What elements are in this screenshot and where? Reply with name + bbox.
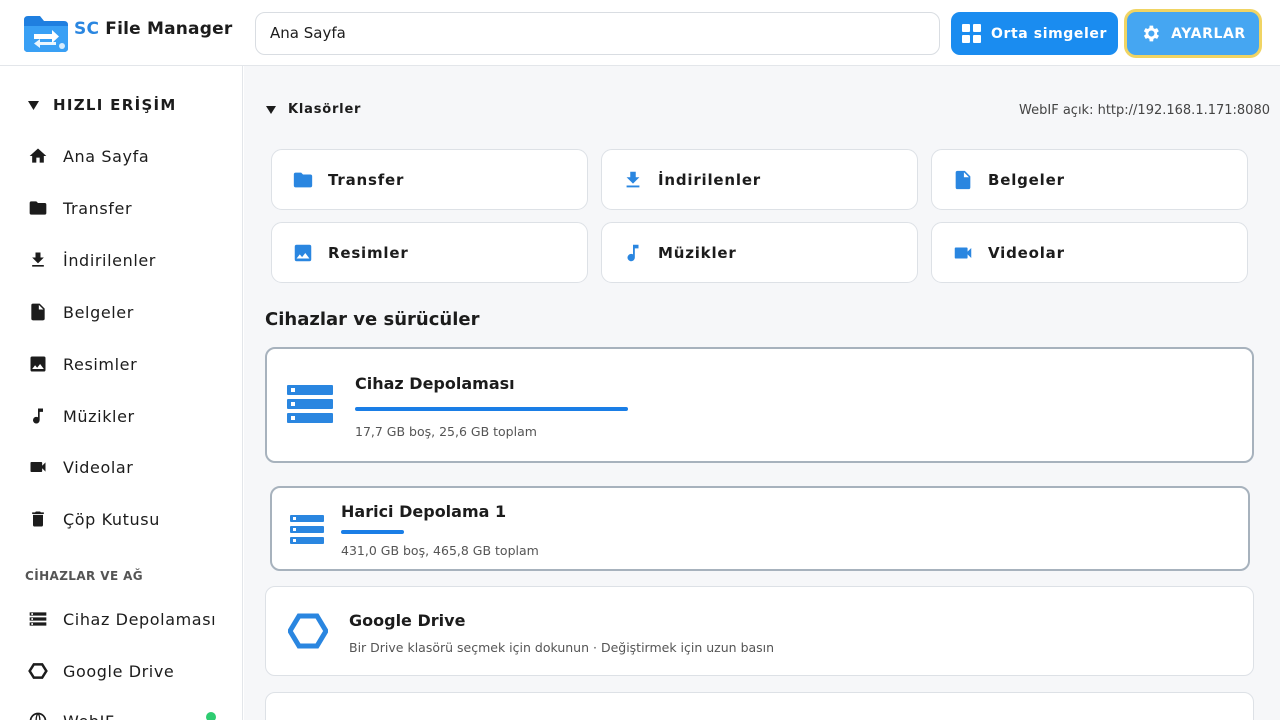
- sidebar-item-webif[interactable]: WebIF: [28, 707, 115, 720]
- drive-detail: 431,0 GB boş, 465,8 GB toplam: [341, 543, 539, 558]
- sidebar-item-label: Cihaz Depolaması: [63, 609, 217, 629]
- main-content: Klasörler WebIF açık: http://192.168.1.1…: [244, 66, 1280, 720]
- gear-icon: [1144, 25, 1160, 42]
- path-bar[interactable]: Ana Sayfa: [255, 12, 940, 55]
- folder-card-label: Müzikler: [658, 243, 737, 262]
- sidebar-item-trash[interactable]: Çöp Kutusu: [28, 505, 160, 533]
- sidebar-item-label: Resimler: [63, 354, 138, 374]
- folder-card-label: Videolar: [988, 243, 1065, 262]
- drive-card-external-storage[interactable]: Harici Depolama 1 431,0 GB boş, 465,8 GB…: [270, 486, 1250, 571]
- download-icon: [626, 171, 640, 187]
- globe-icon: [29, 712, 47, 720]
- settings-label: AYARLAR: [1171, 25, 1246, 42]
- folder-card-documents[interactable]: Belgeler: [931, 149, 1248, 210]
- sidebar-item-device-storage[interactable]: Cihaz Depolaması: [28, 605, 216, 633]
- trash-icon: [32, 511, 44, 527]
- folder-icon: [29, 201, 47, 215]
- app-header: SC File Manager Ana Sayfa Orta simgeler …: [0, 0, 1280, 66]
- storage-usage-bar: [341, 530, 404, 534]
- sidebar-item-music[interactable]: Müzikler: [28, 402, 135, 430]
- folders-title: Klasörler: [288, 102, 362, 117]
- folders-header[interactable]: Klasörler: [266, 102, 361, 117]
- sidebar-item-downloads[interactable]: İndirilenler: [28, 246, 156, 274]
- drive-detail: Bir Drive klasörü seçmek için dokunun · …: [349, 640, 775, 655]
- drive-name: Harici Depolama 1: [341, 502, 507, 521]
- folder-icon: [293, 172, 313, 187]
- sidebar-item-label: Transfer: [63, 198, 133, 218]
- app-title: SC File Manager: [74, 19, 232, 39]
- app-title-prefix: SC: [74, 19, 100, 39]
- drive-card-more[interactable]: [265, 692, 1254, 720]
- sidebar-item-pictures[interactable]: Resimler: [28, 350, 137, 378]
- document-icon: [955, 170, 971, 189]
- storage-icon: [287, 385, 333, 423]
- folder-card-label: Resimler: [328, 243, 409, 262]
- folder-card-label: İndirilenler: [658, 170, 761, 189]
- folder-card-label: Belgeler: [988, 170, 1065, 189]
- image-icon: [294, 244, 312, 261]
- music-icon: [627, 244, 639, 261]
- music-icon: [33, 408, 43, 424]
- view-mode-button[interactable]: Orta simgeler: [951, 12, 1118, 55]
- storage-icon: [29, 612, 47, 626]
- sidebar-item-home[interactable]: Ana Sayfa: [28, 142, 149, 170]
- drive-name: Google Drive: [349, 611, 466, 630]
- video-icon: [30, 462, 46, 472]
- folder-card-label: Transfer: [328, 170, 405, 189]
- sidebar: HIZLI ERİŞİM Ana Sayfa Transfer İndirile…: [0, 66, 243, 720]
- drive-card-device-storage[interactable]: Cihaz Depolaması 17,7 GB boş, 25,6 GB to…: [265, 347, 1254, 463]
- drive-card-google-drive[interactable]: Google Drive Bir Drive klasörü seçmek iç…: [265, 586, 1254, 676]
- sidebar-item-google-drive[interactable]: Google Drive: [28, 657, 174, 685]
- app-logo-icon: [24, 16, 68, 52]
- folder-card-downloads[interactable]: İndirilenler: [601, 149, 918, 210]
- video-icon: [954, 247, 972, 258]
- sidebar-item-label: İndirilenler: [63, 250, 156, 270]
- image-icon: [30, 356, 46, 372]
- sidebar-item-documents[interactable]: Belgeler: [28, 298, 134, 326]
- sidebar-item-label: Müzikler: [63, 406, 135, 426]
- view-mode-label: Orta simgeler: [990, 25, 1108, 42]
- webif-status-dot: [206, 712, 216, 720]
- document-icon: [31, 303, 45, 321]
- devices-section-title: CİHAZLAR VE AĞ: [25, 569, 144, 583]
- drive-detail: 17,7 GB boş, 25,6 GB toplam: [355, 424, 537, 439]
- caret-down-icon: [28, 100, 39, 110]
- home-icon: [29, 148, 47, 163]
- sidebar-item-videos[interactable]: Videolar: [28, 453, 133, 481]
- folder-card-music[interactable]: Müzikler: [601, 222, 918, 283]
- folder-card-pictures[interactable]: Resimler: [271, 222, 588, 283]
- quick-access-title: HIZLI ERİŞİM: [53, 96, 177, 114]
- sidebar-item-label: Belgeler: [63, 302, 134, 322]
- download-icon: [32, 252, 44, 267]
- app-title-rest: File Manager: [105, 19, 233, 39]
- storage-usage-bar: [355, 407, 628, 411]
- settings-button[interactable]: AYARLAR: [1127, 12, 1259, 55]
- sidebar-item-label: Ana Sayfa: [63, 146, 150, 166]
- sidebar-item-label: Çöp Kutusu: [63, 509, 160, 529]
- sidebar-item-label: Google Drive: [63, 661, 175, 681]
- caret-down-icon: [266, 105, 276, 114]
- sidebar-item-transfer[interactable]: Transfer: [28, 194, 132, 222]
- devices-section-heading: Cihazlar ve sürücüler: [265, 309, 480, 330]
- drive-icon: [288, 613, 328, 649]
- grid-icon: [961, 24, 981, 43]
- storage-icon: [290, 515, 324, 544]
- sidebar-item-label: WebIF: [63, 712, 115, 720]
- folder-card-transfer[interactable]: Transfer: [271, 149, 588, 210]
- drive-name: Cihaz Depolaması: [355, 374, 515, 393]
- drive-icon: [28, 663, 48, 679]
- folder-card-videos[interactable]: Videolar: [931, 222, 1248, 283]
- sidebar-item-label: Videolar: [63, 457, 134, 477]
- quick-access-header[interactable]: HIZLI ERİŞİM: [28, 96, 177, 114]
- webif-status-text: WebIF açık: http://192.168.1.171:8080: [1019, 103, 1270, 118]
